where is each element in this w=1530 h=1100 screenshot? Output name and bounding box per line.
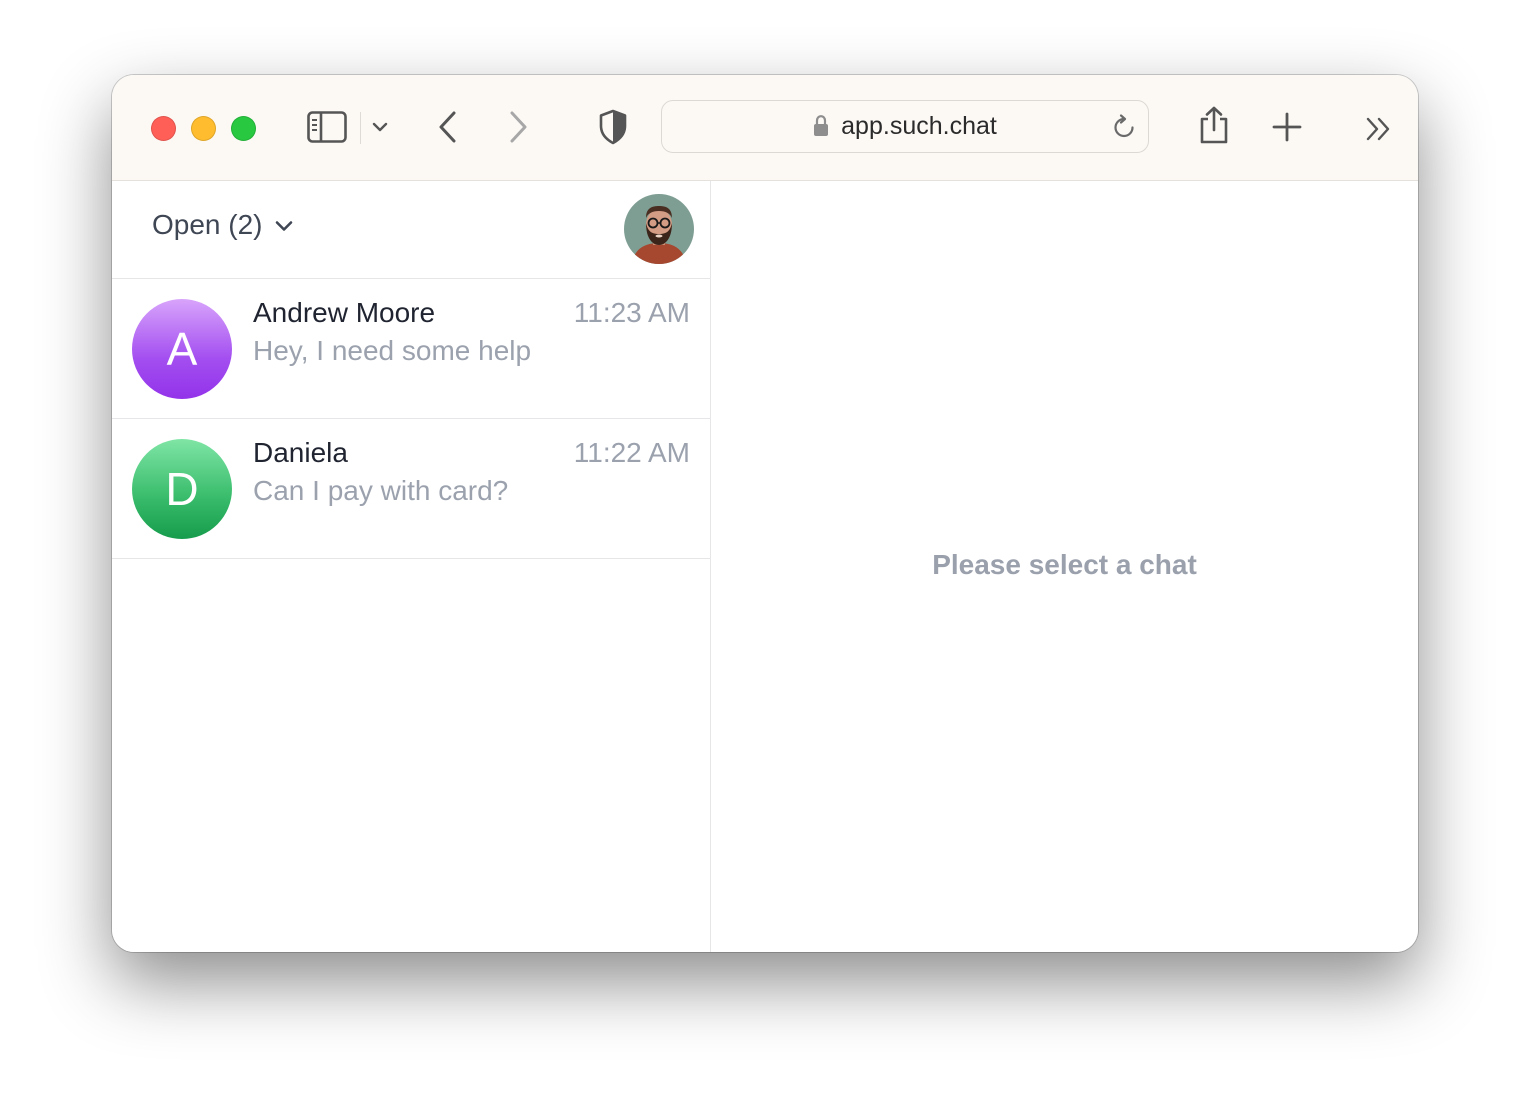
double-chevron-right-icon[interactable] — [1365, 116, 1393, 142]
address-bar[interactable]: app.such.chat — [661, 100, 1149, 153]
back-icon[interactable] — [436, 110, 460, 144]
shield-icon[interactable] — [598, 109, 628, 145]
minimize-window-button[interactable] — [191, 116, 216, 141]
sidebar-toggle-icon[interactable] — [307, 111, 347, 143]
contact-avatar-initial: D — [165, 463, 199, 515]
empty-state-message: Please select a chat — [932, 549, 1197, 580]
message-preview: Can I pay with card? — [253, 475, 509, 506]
reload-icon[interactable] — [1111, 113, 1137, 141]
status-filter-label: Open (2) — [152, 209, 263, 240]
forward-icon[interactable] — [506, 110, 530, 144]
chat-panel: Please select a chat — [711, 181, 1418, 952]
chevron-down-icon[interactable] — [372, 121, 388, 133]
conversation-item-daniela[interactable]: D Daniela Can I pay with card? 11:22 AM — [112, 419, 710, 559]
browser-window: app.such.chat Open (2) A Andrew Moore He… — [112, 75, 1418, 952]
conversation-sidebar: Open (2) A Andrew Moore Hey, I need some… — [112, 181, 711, 952]
browser-toolbar: app.such.chat — [112, 75, 1418, 181]
url-text: app.such.chat — [841, 112, 997, 140]
share-icon[interactable] — [1198, 105, 1230, 145]
contact-avatar: A — [132, 299, 232, 399]
conversation-item-andrew-moore[interactable]: A Andrew Moore Hey, I need some help 11:… — [112, 279, 710, 419]
lock-icon — [814, 115, 829, 136]
status-filter-dropdown[interactable]: Open (2) — [152, 209, 293, 241]
sidebar-header: Open (2) — [112, 181, 710, 279]
message-preview: Hey, I need some help — [253, 335, 532, 366]
plus-icon[interactable] — [1272, 112, 1302, 142]
contact-name: Andrew Moore — [253, 297, 436, 328]
close-window-button[interactable] — [151, 116, 176, 141]
user-avatar[interactable] — [624, 194, 694, 264]
contact-name: Daniela — [253, 437, 348, 468]
user-photo — [624, 194, 694, 264]
zoom-window-button[interactable] — [231, 116, 256, 141]
message-time: 11:22 AM — [573, 437, 690, 468]
toolbar-separator — [360, 112, 361, 144]
message-time: 11:23 AM — [573, 297, 690, 328]
chevron-down-icon — [275, 221, 292, 231]
contact-avatar-initial: A — [166, 323, 198, 375]
contact-avatar: D — [132, 439, 232, 539]
